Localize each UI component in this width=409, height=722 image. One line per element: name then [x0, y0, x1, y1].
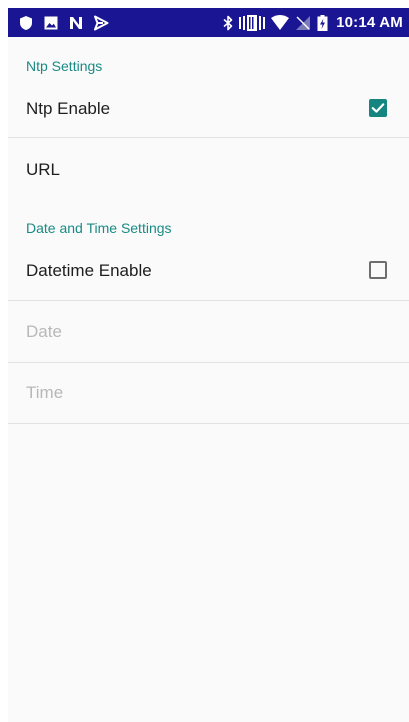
date-row[interactable]: Date — [8, 301, 409, 362]
divider — [8, 423, 409, 424]
checkmark-icon — [371, 103, 385, 113]
send-icon — [94, 15, 109, 30]
vibrate-icon — [239, 14, 266, 31]
status-bar: 10:14 AM — [8, 8, 409, 37]
section-header-date-time-settings: Date and Time Settings — [26, 220, 172, 236]
battery-charging-icon — [317, 14, 328, 31]
time-row[interactable]: Time — [8, 363, 409, 423]
datetime-enable-row[interactable]: Datetime Enable — [8, 244, 409, 300]
settings-screen: Ntp Settings Ntp Enable URL Date and Tim… — [8, 37, 409, 722]
date-label: Date — [26, 322, 62, 341]
no-sim-icon — [296, 15, 311, 30]
section-header-ntp-settings: Ntp Settings — [26, 58, 103, 74]
ntp-enable-checkbox[interactable] — [369, 99, 387, 117]
url-label: URL — [26, 160, 61, 179]
status-bar-system: 10:14 AM — [217, 8, 403, 37]
datetime-enable-checkbox[interactable] — [369, 261, 387, 279]
time-label: Time — [26, 383, 64, 402]
ntp-enable-label: Ntp Enable — [26, 99, 111, 118]
bluetooth-icon — [223, 15, 233, 30]
ntp-enable-row[interactable]: Ntp Enable — [8, 82, 409, 137]
url-row[interactable]: URL — [8, 138, 409, 200]
status-time: 10:14 AM — [336, 14, 403, 31]
image-icon — [44, 16, 58, 29]
n-notification-icon — [70, 16, 82, 29]
datetime-enable-label: Datetime Enable — [26, 261, 152, 280]
wifi-icon — [271, 14, 290, 30]
shield-icon — [20, 15, 32, 30]
status-bar-notifications — [18, 8, 118, 37]
